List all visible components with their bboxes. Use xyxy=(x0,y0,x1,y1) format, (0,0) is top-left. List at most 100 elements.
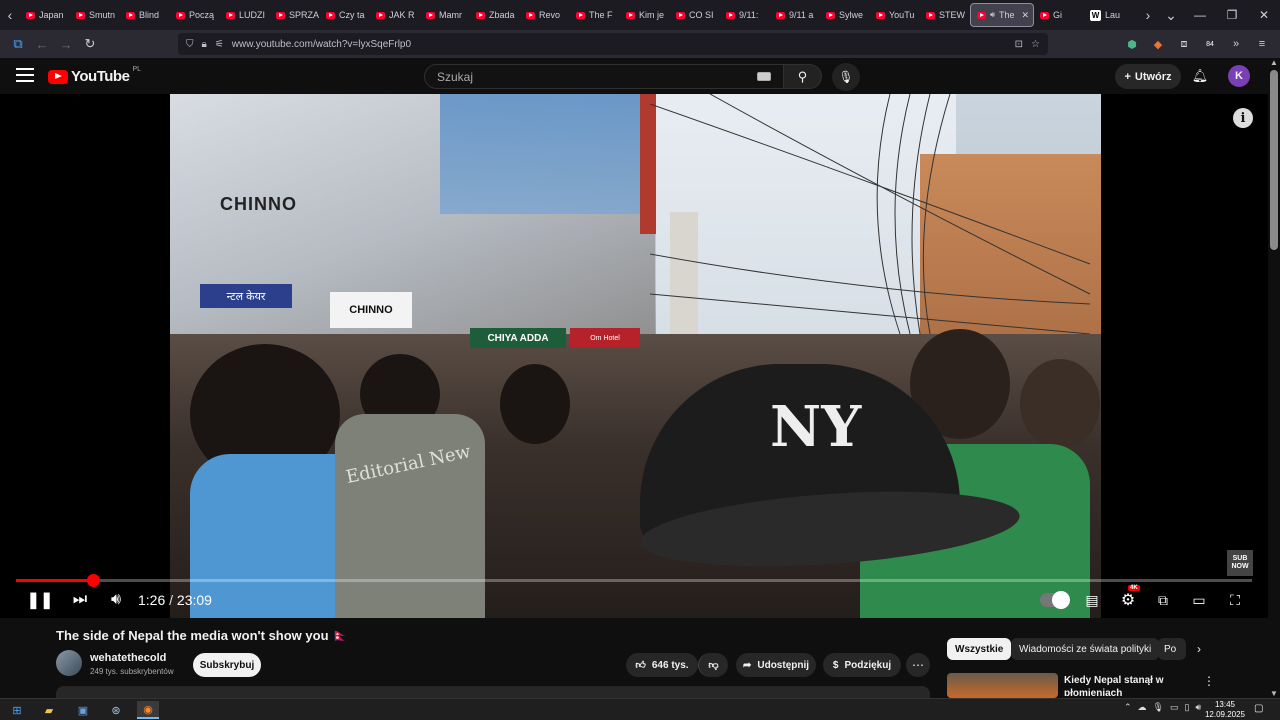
settings-gear-icon[interactable]: ⚙︎ xyxy=(1116,588,1140,612)
browser-tab[interactable]: Zbada xyxy=(470,3,520,27)
ublock-extension-icon[interactable]: 84 xyxy=(1200,33,1220,55)
browser-tab[interactable]: The F xyxy=(570,3,620,27)
browser-tab[interactable]: Revo xyxy=(520,3,570,27)
taskbar-clock[interactable]: 13:45 12.09.2025 xyxy=(1200,700,1250,720)
notifications-icon[interactable]: ▢ xyxy=(1254,703,1263,714)
chip-all[interactable]: Wszystkie xyxy=(947,638,1012,660)
more-actions-button[interactable]: ⋯ xyxy=(906,653,930,677)
recommendation-thumbnail[interactable] xyxy=(947,673,1058,698)
lock-icon[interactable]: 🔒︎ xyxy=(202,39,207,50)
browser-tab[interactable]: SPRZA xyxy=(270,3,320,27)
subtitles-button[interactable]: ▤ xyxy=(1080,588,1104,612)
tracking-shield-icon[interactable]: ⛉ xyxy=(186,39,194,50)
url-text[interactable]: www.youtube.com/watch?v=lyxSqeFrlp0 xyxy=(232,39,1007,50)
page-scrollbar[interactable]: ▲ ▼ xyxy=(1268,58,1280,698)
bookmark-star-icon[interactable]: ☆ xyxy=(1031,39,1040,50)
video-frame[interactable]: CHINNO न्टल केयर CHINNO CHIYA ADDA Om Ho… xyxy=(170,94,1101,618)
scroll-down-icon[interactable]: ▼ xyxy=(1270,689,1278,698)
pause-button[interactable]: ❚❚ xyxy=(27,588,54,612)
cloud-icon[interactable]: ☁︎ xyxy=(1138,702,1147,713)
browser-tab[interactable]: 9/11 a xyxy=(770,3,820,27)
volume-button[interactable]: 🔊︎ xyxy=(104,588,128,612)
browser-tab[interactable]: STEW xyxy=(920,3,970,27)
info-icon[interactable]: i xyxy=(1233,108,1253,128)
notifications-bell-icon[interactable]: 🔔︎ xyxy=(1190,66,1210,86)
tab-view-icon[interactable]: ⧉ xyxy=(6,32,30,56)
browser-tab[interactable]: CO SI xyxy=(670,3,720,27)
restore-button[interactable]: ❐ xyxy=(1216,0,1248,30)
shield-extension-icon[interactable]: ⬢ xyxy=(1122,33,1142,55)
file-explorer-icon[interactable]: ▰ xyxy=(38,701,60,719)
reload-button[interactable]: ↻ xyxy=(78,32,102,56)
address-bar[interactable]: ⛉ 🔒︎ ⚟ www.youtube.com/watch?v=lyxSqeFrl… xyxy=(178,33,1048,55)
close-tab-icon[interactable]: ✕ xyxy=(1021,10,1029,21)
create-button[interactable]: + Utwórz xyxy=(1115,64,1181,89)
browser-tab[interactable]: Gi xyxy=(1034,3,1084,27)
firefox-taskbar-icon[interactable]: ◉ xyxy=(137,701,159,719)
browser-tab[interactable]: Mamr xyxy=(420,3,470,27)
app-window-icon[interactable]: ▣ xyxy=(72,701,94,719)
browser-tab[interactable]: Japan xyxy=(20,3,70,27)
browser-tab[interactable]: Czy ta xyxy=(320,3,370,27)
mic-tray-icon[interactable]: 🎙︎ xyxy=(1153,702,1164,713)
browser-tab[interactable]: W Lau xyxy=(1084,3,1134,27)
speaker-icon[interactable]: 🔊︎ xyxy=(990,10,995,20)
thanks-button[interactable]: $ Podziękuj xyxy=(823,653,901,677)
pip-icon[interactable]: ⊡ xyxy=(1015,39,1023,50)
next-button[interactable]: ⏭︎ xyxy=(68,588,92,612)
browser-tab[interactable]: Blind xyxy=(120,3,170,27)
channel-avatar[interactable] xyxy=(56,650,82,676)
recommendation-menu-icon[interactable]: ⋮ xyxy=(1203,674,1215,688)
overflow-chevrons-icon[interactable]: » xyxy=(1226,33,1246,55)
chips-next-icon[interactable]: › xyxy=(1190,640,1208,658)
tabs-scroll-left-button[interactable]: ‹ xyxy=(0,0,20,30)
tab-list-dropdown-button[interactable]: ⌄ xyxy=(1158,0,1184,30)
search-button[interactable]: ⚲ xyxy=(784,64,822,89)
browser-tab[interactable]: Począ xyxy=(170,3,220,27)
minimize-button[interactable]: — xyxy=(1184,0,1216,30)
close-window-button[interactable]: ✕ xyxy=(1248,0,1280,30)
search-input[interactable]: Szukaj xyxy=(424,64,784,89)
tray-chevron-icon[interactable]: ⌃ xyxy=(1124,702,1132,713)
back-button[interactable]: ← xyxy=(30,32,54,56)
theater-mode-button[interactable]: ▭ xyxy=(1187,588,1211,612)
scroll-up-icon[interactable]: ▲ xyxy=(1270,58,1278,67)
progress-bar[interactable] xyxy=(16,574,1252,587)
puzzle-extensions-icon[interactable]: ⧈ xyxy=(1174,33,1194,55)
browser-tab[interactable]: Kim je xyxy=(620,3,670,27)
recommendation-title[interactable]: Kiedy Nepal stanął w płomieniach xyxy=(1064,674,1194,696)
app-menu-icon[interactable]: ≡ xyxy=(1252,33,1272,55)
scrollbar-thumb[interactable] xyxy=(1270,70,1278,250)
tabs-scroll-right-button[interactable]: › xyxy=(1138,0,1158,30)
chip-politics-news[interactable]: Wiadomości ze świata polityki xyxy=(1011,638,1160,660)
voice-search-button[interactable]: 🎙︎ xyxy=(832,63,860,91)
active-browser-tab[interactable]: 🔊︎ The ✕ xyxy=(970,3,1034,27)
network-icon[interactable]: ▯ xyxy=(1185,702,1190,713)
subscribe-watermark[interactable]: SUB NOW xyxy=(1227,550,1253,576)
dislike-button[interactable]: 👎︎ xyxy=(698,653,728,677)
keyboard-icon[interactable] xyxy=(757,72,771,81)
autoplay-toggle[interactable] xyxy=(1040,591,1070,609)
channel-name[interactable]: wehatethecold xyxy=(90,652,166,664)
miniplayer-button[interactable]: ⧉ xyxy=(1151,588,1175,612)
browser-tab[interactable]: Smutn xyxy=(70,3,120,27)
browser-tab[interactable]: LUDZI xyxy=(220,3,270,27)
video-player[interactable]: CHINNO न्टल केयर CHINNO CHIYA ADDA Om Ho… xyxy=(0,94,1268,618)
description-box[interactable] xyxy=(56,686,930,698)
fox-extension-icon[interactable]: ◆ xyxy=(1148,33,1168,55)
youtube-logo[interactable]: YouTube PL xyxy=(48,66,141,85)
guide-menu-icon[interactable] xyxy=(16,68,34,82)
browser-tab[interactable]: YouTu xyxy=(870,3,920,27)
permissions-icon[interactable]: ⚟ xyxy=(215,39,224,50)
steam-icon[interactable]: ⊛ xyxy=(105,701,127,719)
like-button[interactable]: 👍︎ 646 tys. xyxy=(626,653,698,677)
chip-more[interactable]: Po xyxy=(1158,638,1186,660)
browser-tab[interactable]: 9/11: xyxy=(720,3,770,27)
fullscreen-button[interactable]: ⛶ xyxy=(1223,588,1247,612)
subscribe-button[interactable]: Subskrybuj xyxy=(193,653,261,677)
forward-button[interactable]: → xyxy=(54,32,78,56)
windows-start-icon[interactable]: ⊞ xyxy=(6,701,28,719)
browser-tab[interactable]: Sylwe xyxy=(820,3,870,27)
browser-tab[interactable]: JAK R xyxy=(370,3,420,27)
account-avatar[interactable]: K xyxy=(1228,65,1250,87)
